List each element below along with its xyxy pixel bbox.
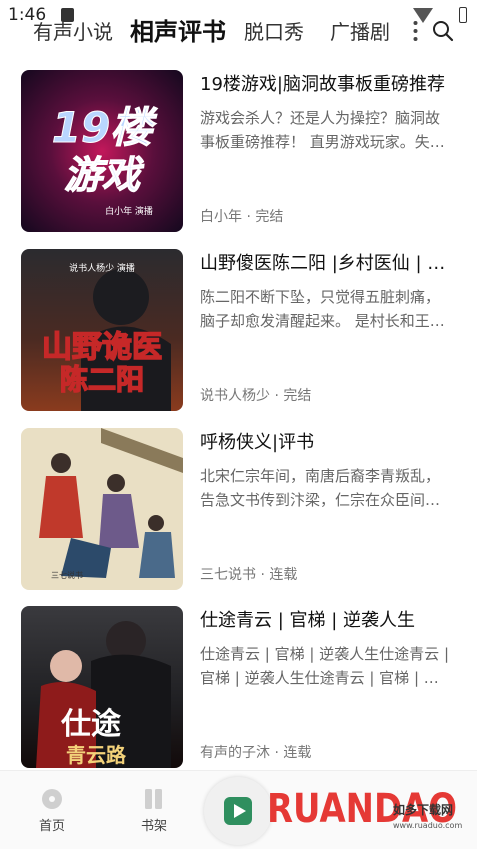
- cover-image[interactable]: 19楼 游戏 白小年 演播: [21, 70, 183, 232]
- item-description: 陈二阳不断下坠，只觉得五脏刺痛，脑子却愈发清醒起来。 是村长和王…: [200, 288, 445, 330]
- player-button[interactable]: [204, 777, 272, 845]
- item-description: 仕途青云 | 官梯 | 逆袭人生仕途青云 | 官梯 | 逆袭人生仕途青云 | 官…: [200, 645, 450, 687]
- tab-talk-show[interactable]: 脱口秀: [244, 14, 304, 50]
- item-title: 山野傻医陈二阳 |乡村医仙 | 【…: [200, 253, 458, 274]
- cover-title-line-1: 山野诡医: [42, 330, 162, 365]
- category-tabs: 有声小说 相声评书 脱口秀 广播剧: [0, 14, 477, 54]
- item-title: 呼杨侠义|评书: [200, 432, 315, 453]
- tab-crosstalk[interactable]: 相声评书: [130, 14, 226, 50]
- watermark-url: www.ruaduo.com: [393, 821, 462, 830]
- item-meta: 白小年 · 完结: [200, 209, 284, 225]
- cover-title-line-1: 仕途: [60, 707, 122, 742]
- play-icon: [224, 797, 252, 825]
- item-meta: 有声的子沐 · 连载: [200, 745, 312, 761]
- tab-radio-drama[interactable]: 广播剧: [330, 14, 390, 50]
- list-item[interactable]: 19楼 游戏 白小年 演播 19楼游戏|脑洞故事板重磅推荐 游戏会杀人？还是人为…: [0, 70, 477, 235]
- cover-image[interactable]: 仕途 青云路: [21, 606, 183, 768]
- cover-caption: 白小年 演播: [105, 205, 153, 217]
- cover-caption: 说书人杨少 演播: [69, 262, 135, 274]
- nav-bookshelf[interactable]: 书架: [124, 771, 184, 834]
- cover-image[interactable]: 山野诡医 陈二阳 说书人杨少 演播: [21, 249, 183, 411]
- search-icon[interactable]: [432, 20, 454, 42]
- item-title: 仕途青云 | 官梯 | 逆袭人生: [200, 610, 416, 631]
- list-item[interactable]: 三七说书 呼杨侠义|评书 北宋仁宗年间，南唐后裔李青叛乱，告急文书传到汴梁，仁宗…: [0, 428, 477, 593]
- nav-bookshelf-label: 书架: [140, 819, 167, 834]
- disc-icon: [42, 789, 62, 809]
- list-item[interactable]: 山野诡医 陈二阳 说书人杨少 演播 山野傻医陈二阳 |乡村医仙 | 【… 陈二阳…: [0, 249, 477, 414]
- item-description: 游戏会杀人？还是人为操控？脑洞故事板重磅推荐！ 直男游戏玩家。失…: [200, 109, 445, 151]
- tab-audio-novel[interactable]: 有声小说: [33, 14, 113, 50]
- item-meta: 三七说书 · 连载: [200, 567, 298, 583]
- item-meta: 说书人杨少 · 完结: [200, 388, 312, 404]
- bookshelf-icon: [145, 789, 162, 809]
- nav-home-label: 首页: [38, 819, 65, 834]
- more-icon[interactable]: [413, 20, 418, 42]
- nav-home[interactable]: 首页: [22, 771, 82, 834]
- cover-title-line-1: 19楼: [52, 103, 158, 152]
- cover-caption: 三七说书: [51, 570, 83, 580]
- cover-title-line-2: 游戏: [64, 153, 145, 197]
- cover-title-line-2: 青云路: [66, 743, 127, 767]
- list-item[interactable]: 仕途 青云路 仕途青云 | 官梯 | 逆袭人生 仕途青云 | 官梯 | 逆袭人生…: [0, 606, 477, 771]
- item-description: 北宋仁宗年间，南唐后裔李青叛乱，告急文书传到汴梁，仁宗在众臣间…: [200, 467, 441, 509]
- cover-image[interactable]: 三七说书: [21, 428, 183, 590]
- cover-title-line-2: 陈二阳: [60, 363, 144, 396]
- watermark-cn: 如多下载网: [393, 802, 453, 817]
- watermark-logo: RUANDAO 如多下载网 www.ruaduo.com: [265, 766, 475, 848]
- item-title: 19楼游戏|脑洞故事板重磅推荐: [200, 74, 445, 95]
